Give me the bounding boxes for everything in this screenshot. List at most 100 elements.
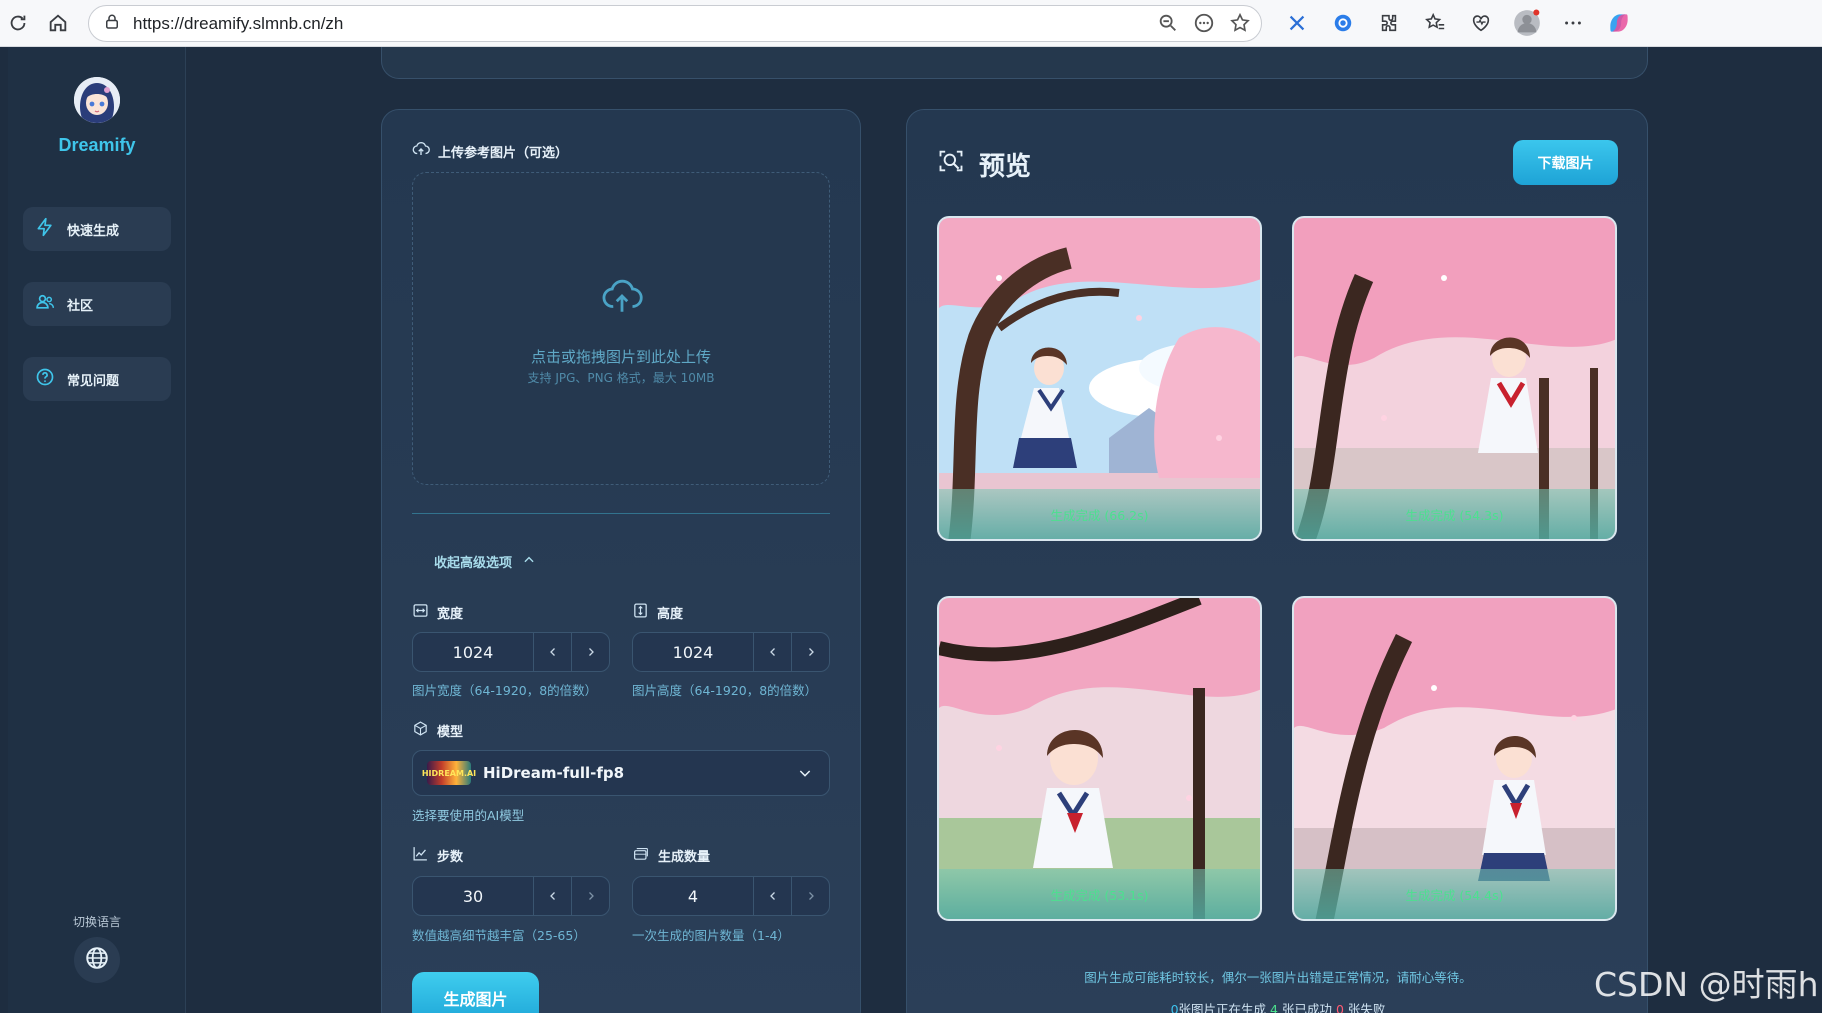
generation-counts: 0张图片正在生成 4 张已成功 0 张失败 xyxy=(907,999,1649,1013)
steps-label-text: 步数 xyxy=(437,850,464,865)
nav-label: 快速生成 xyxy=(67,223,120,239)
count-stepper[interactable]: 4 xyxy=(632,876,830,916)
app-logo[interactable] xyxy=(74,77,120,123)
address-bar[interactable]: https://dreamify.slmnb.cn/zh xyxy=(88,5,1262,42)
model-hint: 选择要使用的AI模型 xyxy=(412,808,525,823)
nav-community[interactable]: 社区 xyxy=(23,282,171,326)
favorites-icon[interactable] xyxy=(1418,6,1452,40)
language-label: 切换语言 xyxy=(72,915,121,929)
width-stepper[interactable]: 1024 xyxy=(412,632,610,672)
count-label: 生成数量 xyxy=(632,845,710,866)
extensions-puzzle-icon[interactable] xyxy=(1372,6,1406,40)
upload-main-text: 点击或拖拽图片到此处上传 xyxy=(530,348,711,366)
chevron-up-icon xyxy=(522,553,536,571)
cloud-upload-icon xyxy=(412,140,430,162)
top-card-edge xyxy=(381,47,1648,79)
generation-form-panel: 上传参考图片（可选） 点击或拖拽图片到此处上传 支持 JPG、PNG 格式，最大… xyxy=(381,109,861,1013)
advanced-options-toggle[interactable]: 收起高级选项 xyxy=(434,552,536,571)
language-switch-button[interactable] xyxy=(74,937,120,983)
generated-image-2[interactable]: 生成完成 (54.3s) xyxy=(1292,216,1617,541)
reload-icon[interactable] xyxy=(0,5,36,41)
browser-toolbar: https://dreamify.slmnb.cn/zh xyxy=(0,0,1822,47)
width-value[interactable]: 1024 xyxy=(413,643,533,662)
upload-cloud-icon xyxy=(601,275,643,321)
model-select[interactable]: HIDREAM.AI HiDream-full-fp8 xyxy=(412,750,830,796)
height-decrease-chevron-left-icon[interactable] xyxy=(753,633,791,671)
settings-more-icon[interactable] xyxy=(1556,6,1590,40)
image-search-icon xyxy=(937,147,965,182)
nav-label: 常见问题 xyxy=(67,373,120,389)
extension-blue-circle-icon[interactable] xyxy=(1326,6,1360,40)
chevron-down-icon xyxy=(797,765,813,785)
download-button[interactable]: 下载图片 xyxy=(1513,140,1618,185)
failed-label: 张失败 xyxy=(1347,1002,1386,1013)
advanced-toggle-label: 收起高级选项 xyxy=(434,556,513,571)
upload-sub-text: 支持 JPG、PNG 格式，最大 10MB xyxy=(527,371,715,385)
copilot-icon[interactable] xyxy=(1602,6,1636,40)
generate-button[interactable]: 生成图片 xyxy=(412,972,539,1013)
height-stepper[interactable]: 1024 xyxy=(632,632,830,672)
width-decrease-chevron-left-icon[interactable] xyxy=(533,633,571,671)
sidebar: Dreamify 快速生成 社区 常见问题 切换语言 xyxy=(8,47,186,1013)
count-increase-chevron-right-icon[interactable] xyxy=(791,877,829,915)
steps-value[interactable]: 30 xyxy=(413,887,533,906)
favorite-star-icon[interactable] xyxy=(1229,12,1251,38)
count-value[interactable]: 4 xyxy=(633,887,753,906)
height-label-text: 高度 xyxy=(657,607,684,622)
preview-heading: 预览 xyxy=(937,146,1031,183)
height-increase-chevron-right-icon[interactable] xyxy=(791,633,829,671)
height-arrows-icon xyxy=(632,602,649,623)
height-label: 高度 xyxy=(632,602,683,623)
steps-label: 步数 xyxy=(412,845,463,866)
generating-count: 0 xyxy=(1170,1002,1179,1013)
steps-stepper[interactable]: 30 xyxy=(412,876,610,916)
extension-x-icon[interactable] xyxy=(1280,6,1314,40)
steps-increase-chevron-right-icon[interactable] xyxy=(571,877,609,915)
image-status: 生成完成 (66.2s) xyxy=(939,489,1260,539)
count-hint: 一次生成的图片数量（1-4） xyxy=(632,928,790,943)
image-status: 生成完成 (54.3s) xyxy=(1294,489,1615,539)
preview-title-text: 预览 xyxy=(979,152,1032,182)
model-selected-value: HiDream-full-fp8 xyxy=(483,764,625,782)
upload-section-title: 上传参考图片（可选） xyxy=(412,140,568,162)
height-hint: 图片高度（64-1920，8的倍数） xyxy=(632,683,818,698)
site-info-icon[interactable] xyxy=(103,13,121,35)
width-hint: 图片宽度（64-1920，8的倍数） xyxy=(412,683,598,698)
steps-decrease-chevron-left-icon[interactable] xyxy=(533,877,571,915)
nav-quick-generate[interactable]: 快速生成 xyxy=(23,207,171,251)
width-arrows-icon xyxy=(412,602,429,623)
image-status: 生成完成 (53.1s) xyxy=(939,869,1260,919)
steps-hint: 数值越高细节越丰富（25-65） xyxy=(412,928,586,943)
nav-faq[interactable]: 常见问题 xyxy=(23,357,171,401)
profile-avatar-icon[interactable] xyxy=(1510,6,1544,40)
failed-count: 0 xyxy=(1335,1002,1344,1013)
generated-image-1[interactable]: 生成完成 (66.2s) xyxy=(937,216,1262,541)
upload-dropzone[interactable]: 点击或拖拽图片到此处上传 支持 JPG、PNG 格式，最大 10MB xyxy=(412,172,830,485)
generated-image-3[interactable]: 生成完成 (53.1s) xyxy=(937,596,1262,921)
home-icon[interactable] xyxy=(40,5,76,41)
help-circle-icon xyxy=(35,367,55,391)
generated-image-4[interactable]: 生成完成 (54.4s) xyxy=(1292,596,1617,921)
count-decrease-chevron-left-icon[interactable] xyxy=(753,877,791,915)
count-label-text: 生成数量 xyxy=(658,850,711,865)
height-value[interactable]: 1024 xyxy=(633,643,753,662)
upload-title-text: 上传参考图片（可选） xyxy=(438,145,569,161)
model-label-text: 模型 xyxy=(437,725,464,740)
width-label-text: 宽度 xyxy=(437,607,464,622)
users-icon xyxy=(35,292,55,316)
success-count: 4 xyxy=(1270,1002,1278,1013)
brand-name[interactable]: Dreamify xyxy=(8,135,186,156)
generating-label: 张图片正在生成 xyxy=(1178,1002,1267,1013)
model-thumbnail: HIDREAM.AI xyxy=(422,761,476,785)
stack-images-icon xyxy=(632,845,650,866)
more-options-icon[interactable] xyxy=(1193,12,1215,38)
globe-icon xyxy=(84,945,110,975)
width-increase-chevron-right-icon[interactable] xyxy=(571,633,609,671)
width-label: 宽度 xyxy=(412,602,463,623)
generation-notice: 图片生成可能耗时较长，偶尔一张图片出错是正常情况，请耐心等待。 xyxy=(1084,970,1472,985)
browser-essentials-icon[interactable] xyxy=(1464,6,1498,40)
url-text: https://dreamify.slmnb.cn/zh xyxy=(133,13,344,33)
cube-icon xyxy=(412,720,429,741)
watermark-text: CSDN @时雨h xyxy=(1594,965,1819,1004)
zoom-icon[interactable] xyxy=(1157,12,1179,38)
